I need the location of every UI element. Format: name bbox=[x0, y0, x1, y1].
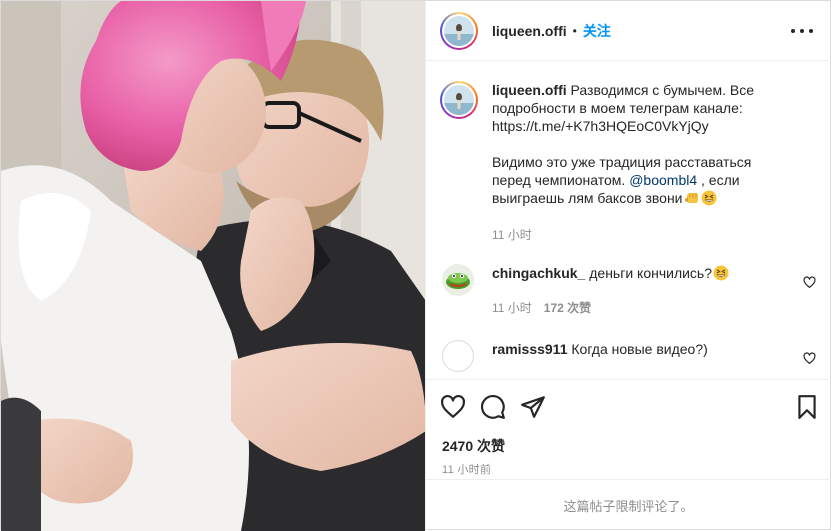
send-icon[interactable] bbox=[520, 394, 546, 420]
action-icons bbox=[440, 394, 820, 420]
comment-username[interactable]: ramisss911 bbox=[492, 341, 568, 357]
post-timestamp[interactable]: 11 小时前 bbox=[442, 461, 491, 477]
likes-count[interactable]: 2470 次赞 bbox=[442, 436, 505, 456]
mention-link[interactable]: @boombl4 bbox=[629, 172, 697, 188]
follow-button[interactable]: 关注 bbox=[583, 21, 611, 41]
author-username[interactable]: liqueen.offi bbox=[492, 23, 567, 39]
comment-username[interactable]: chingachkuk_ bbox=[492, 265, 585, 281]
couple-photo-illustration bbox=[1, 1, 425, 531]
caption-text: liqueen.offi Разводимся с бумычем. Все п… bbox=[492, 81, 792, 207]
post-dialog: liqueen.offi • 关注 liqueen.offi Разводимс… bbox=[0, 0, 831, 531]
comment-likes[interactable]: 172 次赞 bbox=[544, 299, 591, 316]
comment-meta: 11 小时 172 次赞 bbox=[492, 299, 591, 316]
comment-icon[interactable] bbox=[480, 394, 506, 420]
comments-list[interactable]: liqueen.offi Разводимся с бумычем. Все п… bbox=[426, 62, 831, 379]
commenter-avatar[interactable] bbox=[441, 264, 474, 296]
comment-content: деньги кончились? bbox=[589, 265, 713, 281]
grinning-squinting-face-emoji bbox=[713, 265, 729, 281]
caption: liqueen.offi Разводимся с бумычем. Все п… bbox=[439, 81, 820, 207]
separator-dot: • bbox=[572, 23, 577, 38]
avatar-image bbox=[441, 264, 474, 296]
caption-username[interactable]: liqueen.offi bbox=[492, 82, 567, 98]
post-details: liqueen.offi • 关注 liqueen.offi Разводимс… bbox=[424, 1, 831, 531]
commenter-avatar[interactable] bbox=[441, 340, 474, 372]
comment-like-heart-icon[interactable] bbox=[803, 352, 816, 365]
caption-meta: 11 小时 bbox=[492, 226, 532, 243]
post-actions: 2470 次赞 11 小时前 bbox=[425, 379, 831, 479]
comment-item: chingachkuk_ деньги кончились? bbox=[440, 264, 820, 296]
grinning-squinting-face-emoji bbox=[701, 190, 717, 206]
caption-author-avatar[interactable] bbox=[439, 81, 478, 119]
caption-time[interactable]: 11 小时 bbox=[492, 226, 532, 243]
comment-item: ramisss911 Когда новые видео?) bbox=[440, 340, 820, 372]
more-horizontal-icon[interactable] bbox=[790, 21, 813, 41]
comment-content: Когда новые видео?) bbox=[571, 341, 708, 357]
post-photo[interactable] bbox=[1, 1, 425, 531]
avatar-image bbox=[443, 15, 474, 46]
avatar-image bbox=[443, 85, 474, 115]
post-header: liqueen.offi • 关注 bbox=[425, 1, 831, 61]
comment-time[interactable]: 11 小时 bbox=[492, 299, 532, 316]
comment-text: chingachkuk_ деньги кончились? bbox=[492, 264, 782, 296]
author-avatar[interactable] bbox=[439, 11, 478, 50]
bookmark-icon[interactable] bbox=[794, 394, 820, 420]
left-facing-fist-emoji bbox=[684, 193, 698, 203]
comment-like-heart-icon[interactable] bbox=[803, 276, 816, 289]
heart-icon[interactable] bbox=[440, 394, 466, 420]
comment-text: ramisss911 Когда новые видео?) bbox=[492, 340, 782, 372]
comments-limited-notice: 这篇帖子限制评论了。 bbox=[425, 479, 831, 531]
